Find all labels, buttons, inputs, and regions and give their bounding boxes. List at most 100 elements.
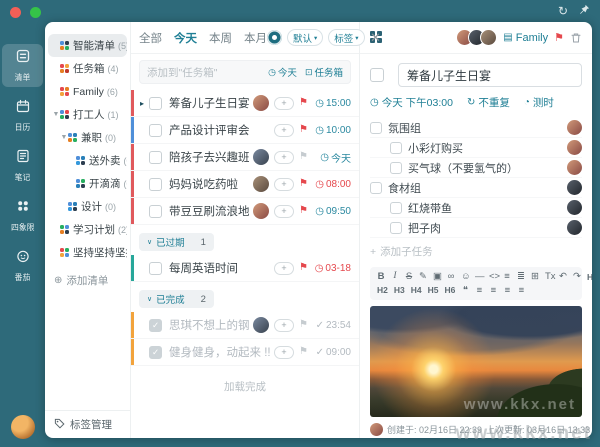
undo-icon[interactable]: ↶	[559, 272, 567, 282]
rail-item-笔记[interactable]: 笔记	[2, 144, 43, 187]
task-checkbox[interactable]	[370, 68, 384, 82]
h4-icon[interactable]: H4	[411, 286, 422, 295]
h5-icon[interactable]: H5	[428, 286, 439, 295]
quick-today-button[interactable]: ◷ 今天	[268, 65, 297, 79]
zoom-window-button[interactable]	[30, 7, 41, 18]
subtask-checkbox[interactable]	[390, 222, 402, 234]
priority-flag-icon[interactable]: ⚑	[554, 31, 564, 44]
sidebar-list-item[interactable]: 任务箱(4)	[48, 57, 127, 80]
subtask-row[interactable]: 红烧带鱼	[370, 198, 582, 218]
sort-dropdown[interactable]: 默认 ▾	[287, 29, 323, 46]
assignee-avatars[interactable]	[456, 29, 497, 46]
align-center-icon[interactable]: ≡	[489, 286, 497, 296]
chevron-down-icon[interactable]: ▼	[60, 134, 68, 141]
user-avatar[interactable]	[11, 415, 35, 439]
tag-manage-button[interactable]: 标签管理	[45, 410, 130, 438]
tab-全部[interactable]: 全部	[139, 30, 162, 46]
add-pomodoro-button[interactable]: +	[274, 151, 294, 164]
subtask-checkbox[interactable]	[390, 142, 402, 154]
rail-item-清单[interactable]: 清单	[2, 44, 43, 87]
table-icon[interactable]: ⊞	[531, 272, 539, 282]
subtask-row[interactable]: 小彩灯购买	[370, 138, 582, 158]
task-checkbox[interactable]	[149, 124, 162, 137]
sync-icon[interactable]: ↻	[558, 4, 568, 18]
task-row[interactable]: 每周英语时间+⚑◷03-18	[131, 255, 359, 282]
tab-本月[interactable]: 本月	[244, 30, 267, 46]
rail-item-四象限[interactable]: 四象限	[2, 194, 43, 237]
subtask-row[interactable]: 买气球（不要氢气的）	[370, 158, 582, 178]
redo-icon[interactable]: ↷	[573, 272, 581, 282]
pin-icon[interactable]	[579, 4, 590, 18]
list-ul-icon[interactable]: ≡	[503, 272, 511, 282]
close-icon[interactable]: ✕	[370, 30, 381, 46]
rail-item-日历[interactable]: 日历	[2, 94, 43, 137]
sidebar-list-item[interactable]: 智能清单(5)	[48, 34, 127, 57]
divider-icon[interactable]: —	[475, 272, 483, 282]
align-left-icon[interactable]: ≡	[475, 286, 483, 296]
task-row[interactable]: ▸筹备儿子生日宴(0/2)+⚑◷15:00	[131, 90, 359, 117]
add-pomodoro-button[interactable]: +	[274, 205, 294, 218]
tab-本周[interactable]: 本周	[209, 30, 232, 46]
flag-icon[interactable]: ⚑	[299, 152, 308, 162]
task-row[interactable]: 陪孩子去兴趣班+⚑◷今天	[131, 144, 359, 171]
flag-icon[interactable]: ⚑	[299, 179, 308, 189]
align-right-icon[interactable]: ≡	[503, 286, 511, 296]
trash-icon[interactable]	[570, 32, 582, 44]
task-checkbox[interactable]	[149, 262, 162, 275]
task-title-input[interactable]: 筹备儿子生日宴	[398, 63, 582, 87]
subtask-row[interactable]: 食材组	[370, 178, 582, 198]
sidebar-list-item[interactable]: ▼兼职(0)	[48, 126, 127, 149]
list-ol-icon[interactable]: ≣	[517, 272, 525, 282]
flag-icon[interactable]: ⚑	[299, 320, 308, 330]
code-icon[interactable]: <>	[489, 272, 497, 282]
meta-repeat[interactable]: ↻不重复	[467, 95, 510, 110]
subtask-checkbox[interactable]	[390, 162, 402, 174]
focus-ring-icon[interactable]	[267, 30, 282, 45]
pen-icon[interactable]: ✎	[419, 272, 427, 282]
subtask-checkbox[interactable]	[370, 122, 382, 134]
section-toggle[interactable]: ∨已完成2	[139, 290, 214, 308]
task-row[interactable]: 带豆豆刷流浪地球2+⚑◷09:50	[131, 198, 359, 225]
task-row[interactable]: 妈妈说吃药啦+⚑◷08:00	[131, 171, 359, 198]
task-checkbox[interactable]: ✓	[149, 319, 162, 332]
sidebar-list-item[interactable]: 送外卖(0)	[48, 149, 127, 172]
flag-icon[interactable]: ⚑	[299, 347, 308, 357]
quick-inbox-button[interactable]: ⊡ 任务箱	[305, 65, 343, 79]
task-row[interactable]: ✓健身健身，动起来 !!!+⚑✓09:00	[131, 339, 359, 366]
add-pomodoro-button[interactable]: +	[274, 178, 294, 191]
h2-icon[interactable]: H2	[377, 286, 388, 295]
sidebar-list-item[interactable]: 坚持坚持坚持(1)	[48, 241, 127, 264]
tab-今天[interactable]: 今天	[174, 30, 197, 46]
section-toggle[interactable]: ∨已过期1	[139, 233, 214, 251]
strike-icon[interactable]: S	[405, 272, 413, 282]
close-window-button[interactable]	[10, 7, 21, 18]
attachment-photo[interactable]: www.kkx.net	[370, 306, 582, 417]
emoji-icon[interactable]: ☺	[461, 272, 469, 282]
clear-format-icon[interactable]: Tx	[545, 272, 553, 282]
flag-icon[interactable]: ⚑	[299, 206, 308, 216]
add-pomodoro-button[interactable]: +	[274, 97, 294, 110]
add-pomodoro-button[interactable]: +	[274, 319, 294, 332]
rail-item-番茄[interactable]: 番茄	[2, 244, 43, 287]
task-checkbox[interactable]: ✓	[149, 346, 162, 359]
task-checkbox[interactable]	[149, 97, 162, 110]
flag-icon[interactable]: ⚑	[299, 98, 308, 108]
task-checkbox[interactable]	[149, 178, 162, 191]
add-pomodoro-button[interactable]: +	[274, 262, 294, 275]
list-selector[interactable]: ▤ Family	[503, 32, 548, 44]
meta-clock[interactable]: ◷今天 下午03:00	[370, 95, 453, 110]
sidebar-list-item[interactable]: ▼打工人(1)	[48, 103, 127, 126]
meta-stopwatch[interactable]: ◔测时	[524, 95, 554, 110]
h1-icon[interactable]: H1	[587, 273, 592, 282]
add-subtask-button[interactable]: + 添加子任务	[370, 244, 582, 259]
task-checkbox[interactable]	[149, 205, 162, 218]
h3-icon[interactable]: H3	[394, 286, 405, 295]
add-task-input[interactable]: 添加到"任务箱" ◷ 今天 ⊡ 任务箱	[139, 60, 351, 84]
expand-caret-icon[interactable]: ▸	[140, 99, 149, 108]
chevron-down-icon[interactable]: ▼	[52, 111, 60, 118]
flag-icon[interactable]: ⚑	[299, 263, 308, 273]
task-checkbox[interactable]	[149, 151, 162, 164]
task-row[interactable]: ✓思琪不想上的钢琴课+⚑✓23:54	[131, 312, 359, 339]
task-row[interactable]: 产品设计评审会+⚑◷10:00	[131, 117, 359, 144]
bold-icon[interactable]: B	[377, 272, 385, 282]
